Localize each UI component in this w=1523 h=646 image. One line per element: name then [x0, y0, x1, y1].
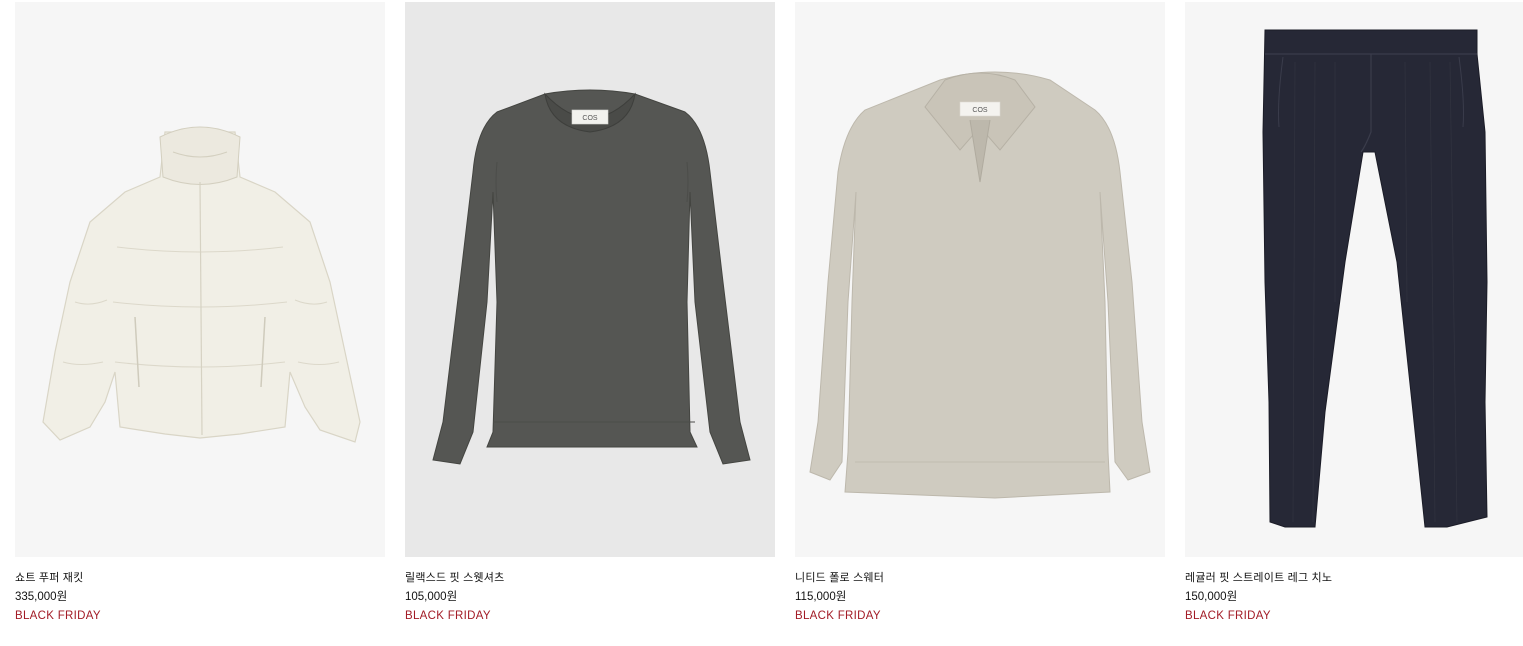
chino-trousers-icon: [1262, 29, 1488, 528]
product-image[interactable]: [15, 2, 385, 557]
product-name[interactable]: 쇼트 푸퍼 재킷: [15, 571, 385, 585]
product-price: 150,000원: [1185, 591, 1238, 603]
product-card[interactable]: 쇼트 푸퍼 재킷 335,000원 BLACK FRIDAY: [15, 2, 385, 623]
promo-badge: BLACK FRIDAY: [795, 610, 881, 622]
product-name[interactable]: 릴랙스드 핏 스웻셔츠: [405, 571, 775, 585]
product-card[interactable]: 레귤러 핏 스트레이트 레그 치노 150,000원 BLACK FRIDAY: [1185, 2, 1523, 623]
product-name[interactable]: 니티드 폴로 스웨터: [795, 571, 1165, 585]
puffer-jacket-icon: [42, 126, 361, 443]
promo-badge: BLACK FRIDAY: [1185, 610, 1271, 622]
knit-polo-sweater-icon: COS: [809, 71, 1151, 499]
product-card[interactable]: COS 릴랙스드 핏 스웻셔츠 105,000원 BLACK FRIDAY: [405, 2, 775, 623]
promo-badge: BLACK FRIDAY: [15, 610, 101, 622]
product-price: 115,000원: [795, 591, 847, 603]
brand-label: COS: [972, 107, 988, 114]
promo-badge: BLACK FRIDAY: [405, 610, 491, 622]
sweatshirt-icon: COS: [432, 89, 751, 465]
brand-label: COS: [582, 115, 598, 122]
product-price: 105,000원: [405, 591, 458, 603]
product-name[interactable]: 레귤러 핏 스트레이트 레그 치노: [1185, 571, 1523, 585]
product-image[interactable]: COS: [405, 2, 775, 557]
product-grid: 쇼트 푸퍼 재킷 335,000원 BLACK FRIDAY COS 릴랙스드: [15, 2, 1523, 646]
product-price: 335,000원: [15, 591, 68, 603]
product-image[interactable]: [1185, 2, 1523, 557]
product-card[interactable]: COS 니티드 폴로 스웨터 115,000원 BLACK FRIDAY: [795, 2, 1165, 623]
product-image[interactable]: COS: [795, 2, 1165, 557]
